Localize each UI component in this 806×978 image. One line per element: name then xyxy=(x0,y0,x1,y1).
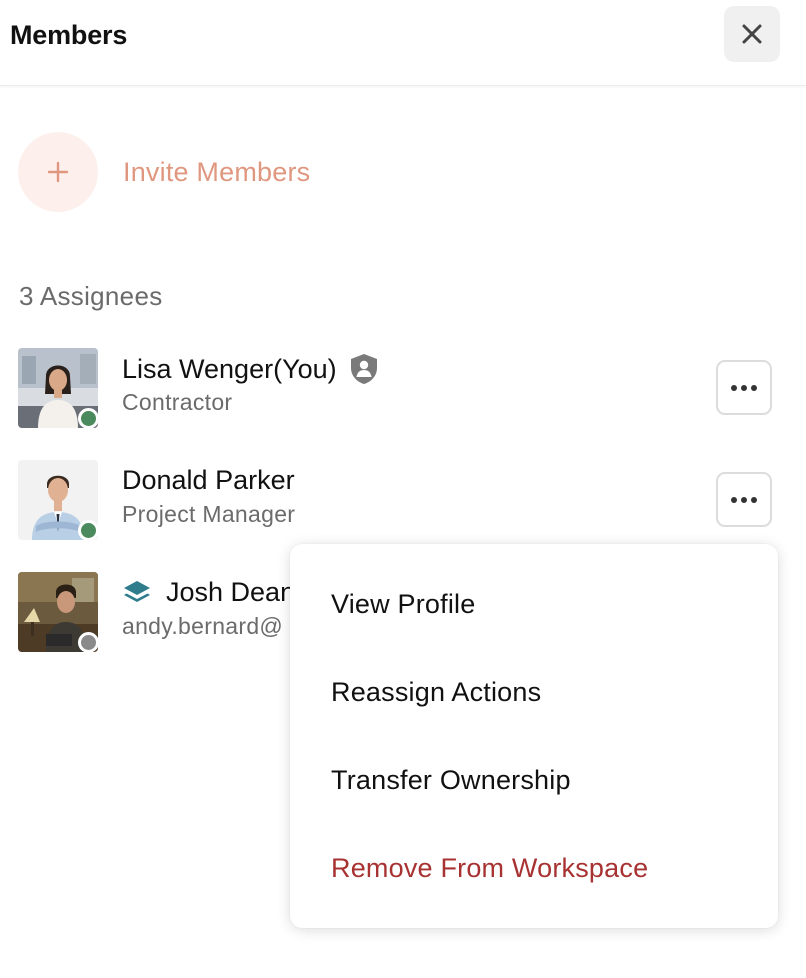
invite-circle[interactable] xyxy=(18,132,98,212)
layers-icon xyxy=(124,580,150,602)
close-button[interactable] xyxy=(724,6,780,62)
more-dot-icon xyxy=(751,496,757,503)
member-role: Project Manager xyxy=(122,501,296,527)
more-dot-icon xyxy=(741,384,747,391)
close-icon xyxy=(742,24,762,44)
header: Members xyxy=(0,0,806,86)
invite-members-button[interactable]: Invite Members xyxy=(18,132,310,212)
status-online-dot xyxy=(78,408,99,429)
menu-item-transfer-ownership[interactable]: Transfer Ownership xyxy=(331,765,571,796)
member-role: Contractor xyxy=(122,389,233,415)
page-title: Members xyxy=(10,20,128,50)
status-offline-dot xyxy=(78,632,99,653)
member-name: Donald Parker xyxy=(122,465,295,495)
member-more-button[interactable] xyxy=(716,360,772,415)
assignees-heading: 3 Assignees xyxy=(19,281,163,311)
menu-item-view-profile[interactable]: View Profile xyxy=(331,589,475,620)
plus-icon xyxy=(47,161,69,183)
member-name-row: Josh Dean xyxy=(122,577,295,608)
invite-members-label[interactable]: Invite Members xyxy=(123,157,310,188)
status-online-dot xyxy=(78,520,99,541)
more-dot-icon xyxy=(741,496,747,503)
member-row: Donald Parker Project Manager xyxy=(18,460,778,541)
menu-item-reassign-actions[interactable]: Reassign Actions xyxy=(331,677,541,708)
member-more-button[interactable] xyxy=(716,472,772,527)
member-name: Lisa Wenger(You) xyxy=(122,353,337,384)
more-dot-icon xyxy=(751,384,757,391)
member-context-menu: View Profile Reassign Actions Transfer O… xyxy=(290,544,778,928)
more-dot-icon xyxy=(731,496,737,503)
more-dot-icon xyxy=(731,384,737,391)
member-name-row: Lisa Wenger(You) xyxy=(122,353,379,385)
shield-person-icon xyxy=(350,354,377,384)
member-name: Josh Dean xyxy=(166,577,296,607)
member-row: Lisa Wenger(You) Contractor xyxy=(18,348,778,429)
menu-item-remove-from-workspace[interactable]: Remove From Workspace xyxy=(331,853,648,884)
member-email: andy.bernard@ xyxy=(122,613,284,639)
